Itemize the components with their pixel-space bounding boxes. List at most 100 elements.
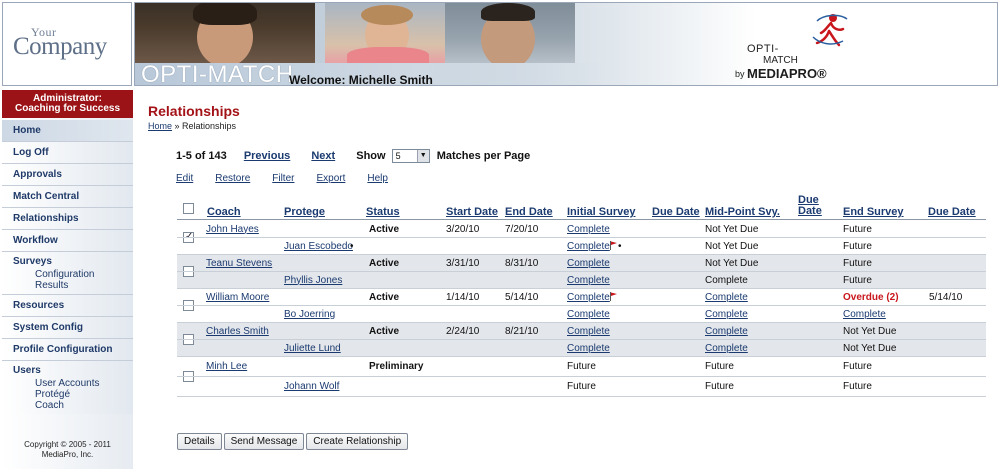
protege-midpoint-survey[interactable]: Complete (705, 343, 748, 354)
flag-icon (610, 240, 617, 250)
sidebar-subitem-protege[interactable]: Protégé (13, 389, 133, 400)
table-row-protege: Juliette Lund Complete Complete Not Yet Due (177, 340, 986, 357)
breadcrumb-current: Relationships (182, 121, 237, 131)
action-links: Edit Restore Filter Export Help (176, 173, 410, 184)
protege-initial-survey[interactable]: Complete (567, 343, 610, 354)
coach-name-link[interactable]: William Moore (206, 292, 269, 303)
column-header-coach[interactable]: Coach (207, 207, 241, 218)
sidebar-item-resources[interactable]: Resources (2, 295, 133, 317)
sidebar-subitem-results[interactable]: Results (13, 280, 133, 291)
protege-name-link[interactable]: Juan Escobedo (284, 241, 353, 252)
copyright-line-2: MediaPro, Inc. (41, 450, 94, 459)
coach-initial-survey[interactable]: Complete (567, 224, 610, 235)
details-button[interactable]: Details (177, 433, 222, 450)
column-header-status[interactable]: Status (366, 207, 400, 218)
filter-link[interactable]: Filter (272, 173, 294, 184)
opti-match-brand-logo: OPTI- MATCH by MEDIAPRO® (735, 13, 855, 81)
table-row-protege: Bo Joerring Complete Complete Complete (177, 306, 986, 323)
sidebar-subitem-user-accounts[interactable]: User Accounts (13, 378, 133, 389)
protege-name-link[interactable]: Johann Wolf (284, 381, 339, 392)
column-header-start-date[interactable]: Start Date (446, 207, 498, 218)
breadcrumb-home-link[interactable]: Home (148, 121, 172, 131)
create-relationship-button[interactable]: Create Relationship (306, 433, 409, 450)
header-divider (177, 219, 986, 220)
protege-initial-survey[interactable]: Complete (567, 241, 610, 252)
table-row-group: William Moore Active 1/14/10 5/14/10 Complet… (177, 289, 986, 323)
sidebar-item-log-off[interactable]: Log Off (2, 142, 133, 164)
protege-name-link[interactable]: Bo Joerring (284, 309, 335, 320)
status-value: Active (369, 325, 400, 337)
column-header-protege[interactable]: Protege (284, 207, 325, 218)
column-header-end-survey[interactable]: End Survey (843, 207, 904, 218)
sidebar-item-surveys[interactable]: Surveys (13, 256, 133, 269)
protege-end-survey: Future (843, 381, 872, 392)
select-all-checkbox[interactable] (183, 203, 194, 214)
sidebar-item-match-central[interactable]: Match Central (2, 186, 133, 208)
chevron-down-icon: ▼ (416, 150, 429, 162)
protege-end-survey: Not Yet Due (843, 342, 897, 354)
start-date-value: 1/14/10 (446, 291, 480, 303)
coach-initial-survey[interactable]: Complete (567, 292, 610, 303)
protege-initial-dot: • (618, 240, 622, 252)
company-logo[interactable]: Your Company (2, 2, 132, 86)
protege-initial-survey[interactable]: Complete (567, 309, 610, 320)
sidebar-subitem-coach[interactable]: Coach (13, 400, 133, 411)
logo-text-bottom: Company (13, 33, 107, 60)
previous-page-link[interactable]: Previous (244, 150, 290, 162)
end-date-value: 8/31/10 (505, 257, 539, 269)
protege-initial-survey[interactable]: Complete (567, 275, 610, 286)
sidebar-subitem-configuration[interactable]: Configuration (13, 269, 133, 280)
coach-name-link[interactable]: John Hayes (206, 224, 259, 235)
brand-mediapro: MEDIAPRO® (747, 66, 827, 81)
sidebar-item-relationships[interactable]: Relationships (2, 208, 133, 230)
sidebar-group-users: Users User Accounts Protégé Coach (2, 361, 133, 414)
end-date-value: 5/14/10 (505, 291, 539, 303)
help-link[interactable]: Help (367, 173, 388, 184)
protege-name-link[interactable]: Phyllis Jones (284, 275, 342, 286)
sidebar-item-system-config[interactable]: System Config (2, 317, 133, 339)
table-row-group: Charles Smith Active 2/24/10 8/21/10 Complet… (177, 323, 986, 357)
edit-link[interactable]: Edit (176, 173, 193, 184)
coach-initial-survey[interactable]: Complete (567, 326, 610, 337)
protege-name-link[interactable]: Juliette Lund (284, 343, 341, 354)
copyright: Copyright © 2005 - 2011 MediaPro, Inc. (2, 440, 133, 460)
page-size-suffix: Matches per Page (436, 149, 531, 162)
coach-midpoint-survey: Future (705, 361, 734, 372)
breadcrumb-separator: » (172, 121, 183, 131)
page-size-select[interactable]: 5 ▼ (391, 149, 430, 163)
protege-midpoint-survey[interactable]: Complete (705, 309, 748, 320)
table-row-coach: John Hayes Active 3/20/10 7/20/10 Complete No… (177, 221, 986, 238)
coach-initial-survey[interactable]: Complete (567, 258, 610, 269)
coach-end-survey: Future (843, 223, 872, 235)
coach-name-link[interactable]: Charles Smith (206, 326, 269, 337)
column-header-initial-survey[interactable]: Initial Survey (567, 207, 635, 218)
protege-end-survey: Future (843, 274, 872, 286)
banner-photo-man (445, 3, 575, 63)
coach-midpoint-survey[interactable]: Complete (705, 292, 748, 303)
sidebar-item-profile-configuration[interactable]: Profile Configuration (2, 339, 133, 361)
send-message-button[interactable]: Send Message (223, 433, 305, 450)
sidebar-item-home[interactable]: Home (2, 120, 133, 142)
status-value: Active (369, 223, 400, 235)
column-header-end-date[interactable]: End Date (505, 207, 553, 218)
sidebar-item-workflow[interactable]: Workflow (2, 230, 133, 252)
coach-name-link[interactable]: Teanu Stevens (206, 258, 272, 269)
protege-indicator-dot: • (350, 240, 354, 252)
sidebar-item-approvals[interactable]: Approvals (2, 164, 133, 186)
column-header-initial-due-date[interactable]: Due Date (652, 207, 700, 218)
protege-midpoint-survey: Complete (705, 274, 748, 286)
next-page-link[interactable]: Next (311, 150, 335, 162)
breadcrumb: Home » Relationships (148, 121, 236, 131)
coach-midpoint-survey[interactable]: Complete (705, 326, 748, 337)
protege-end-survey[interactable]: Complete (843, 309, 886, 320)
column-header-midpoint-survey[interactable]: Mid-Point Svy. (705, 207, 780, 218)
export-link[interactable]: Export (316, 173, 345, 184)
page-size-label: Show (356, 149, 386, 162)
coach-initial-survey: Future (567, 361, 596, 372)
column-header-midpoint-due-date[interactable]: Due Date (798, 195, 828, 217)
coach-name-link[interactable]: Minh Lee (206, 361, 247, 372)
sidebar-item-users[interactable]: Users (13, 365, 133, 378)
end-date-value: 8/21/10 (505, 325, 539, 337)
column-header-end-due-date[interactable]: Due Date (928, 207, 976, 218)
restore-link[interactable]: Restore (215, 173, 250, 184)
